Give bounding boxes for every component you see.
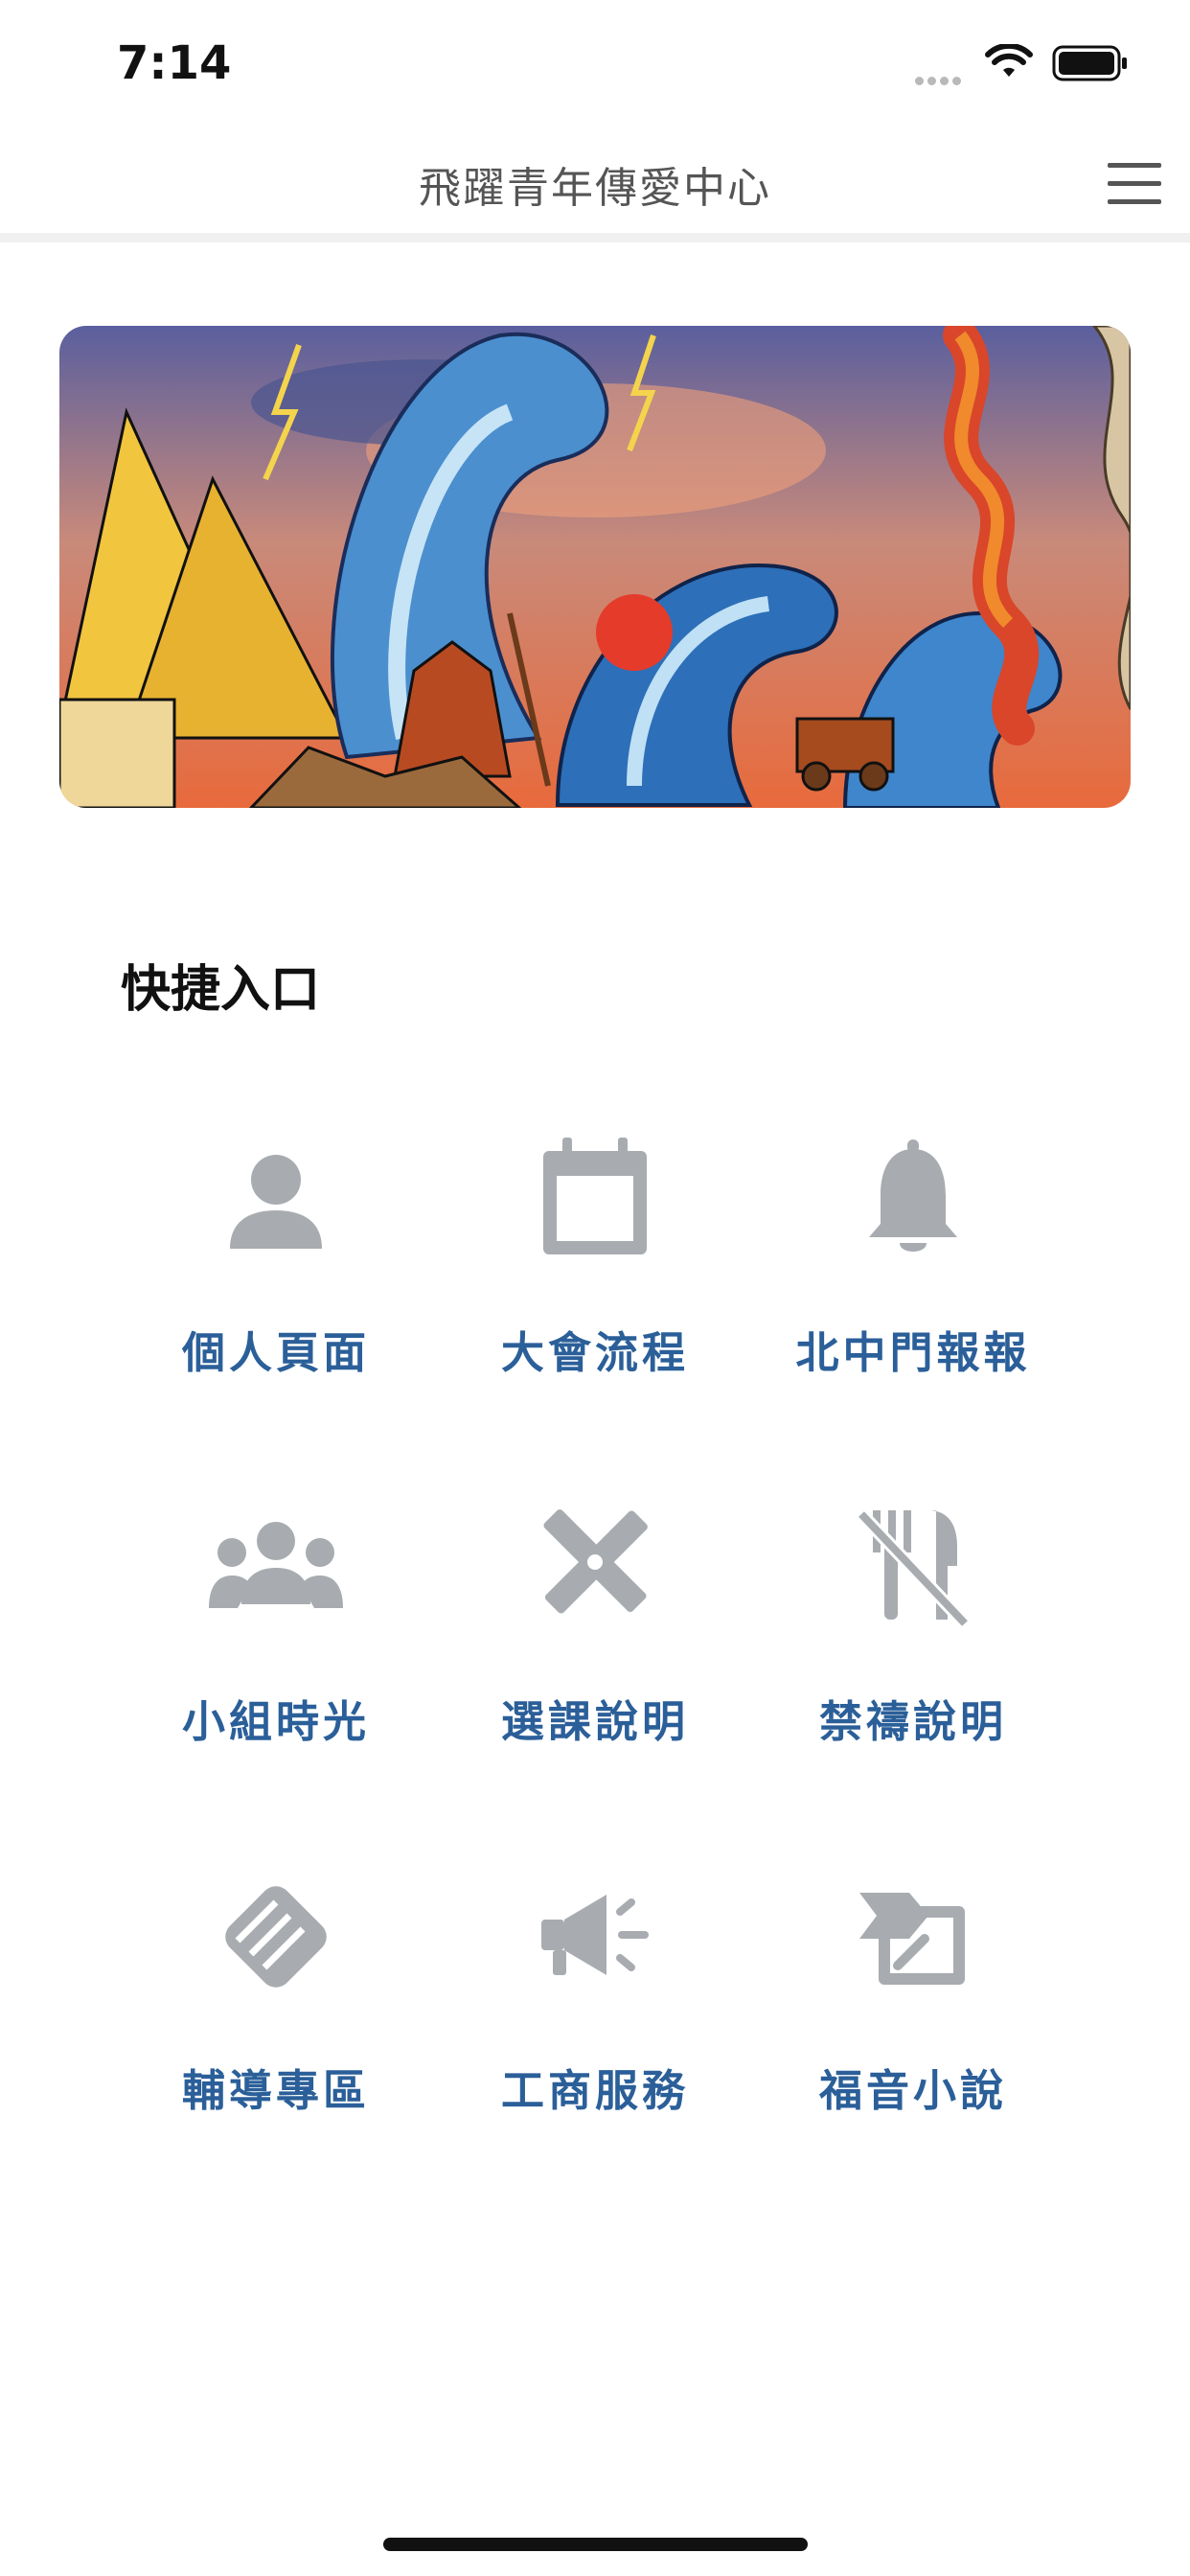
home-indicator[interactable] [383, 2538, 808, 2551]
sign-board-icon [859, 1893, 965, 1985]
wifi-icon [985, 44, 1033, 77]
pencil-ruler-icon [543, 1509, 648, 1614]
quick-access-label: 禁禱說明 [818, 1696, 1007, 1747]
nav-divider [0, 233, 1190, 242]
battery-icon [1052, 45, 1127, 81]
quick-access-item-schedule[interactable]: 大會流程 [437, 1102, 753, 1390]
quick-access-label: 北中門報報 [795, 1327, 1031, 1378]
quick-access-label: 選課說明 [500, 1696, 689, 1747]
quick-access-item-business-services[interactable]: 工商服務 [437, 1840, 753, 2128]
megaphone-icon [541, 1895, 649, 1975]
utensils-slash-icon [856, 1509, 971, 1628]
quick-access-label: 福音小說 [818, 2065, 1007, 2116]
quick-access-label: 輔導專區 [181, 2065, 370, 2116]
quick-access-item-personal-page[interactable]: 個人頁面 [118, 1102, 434, 1390]
quick-access-item-gospel-novel[interactable]: 福音小說 [755, 1840, 1071, 2128]
section-title-quick-access: 快捷入口 [121, 961, 321, 1019]
page-title: 飛躍青年傳愛中心 [419, 164, 771, 213]
quick-access-label: 小組時光 [181, 1696, 370, 1747]
quick-access-label: 工商服務 [500, 2065, 689, 2116]
hamburger-menu-icon[interactable] [1104, 153, 1165, 215]
quick-access-item-course-guide[interactable]: 選課說明 [437, 1471, 753, 1759]
quick-access-item-news[interactable]: 北中門報報 [755, 1102, 1071, 1390]
person-icon [230, 1155, 322, 1249]
banner-image[interactable] [59, 326, 1131, 808]
group-icon [209, 1522, 343, 1608]
quick-access-item-fasting-guide[interactable]: 禁禱說明 [755, 1471, 1071, 1759]
status-bar: 7:14 [0, 0, 1190, 134]
quick-access-label: 大會流程 [500, 1327, 689, 1378]
quick-access-item-group-time[interactable]: 小組時光 [118, 1471, 434, 1759]
cellular-signal-icon [915, 71, 965, 89]
handshake-icon [225, 1886, 327, 1988]
calendar-icon [543, 1138, 647, 1254]
status-time: 7:14 [117, 36, 232, 90]
nav-bar: 飛躍青年傳愛中心 [0, 134, 1190, 235]
quick-access-item-counseling[interactable]: 輔導專區 [118, 1840, 434, 2128]
bell-icon [869, 1139, 957, 1252]
banner-illustration [59, 326, 1131, 808]
quick-access-label: 個人頁面 [181, 1327, 370, 1378]
